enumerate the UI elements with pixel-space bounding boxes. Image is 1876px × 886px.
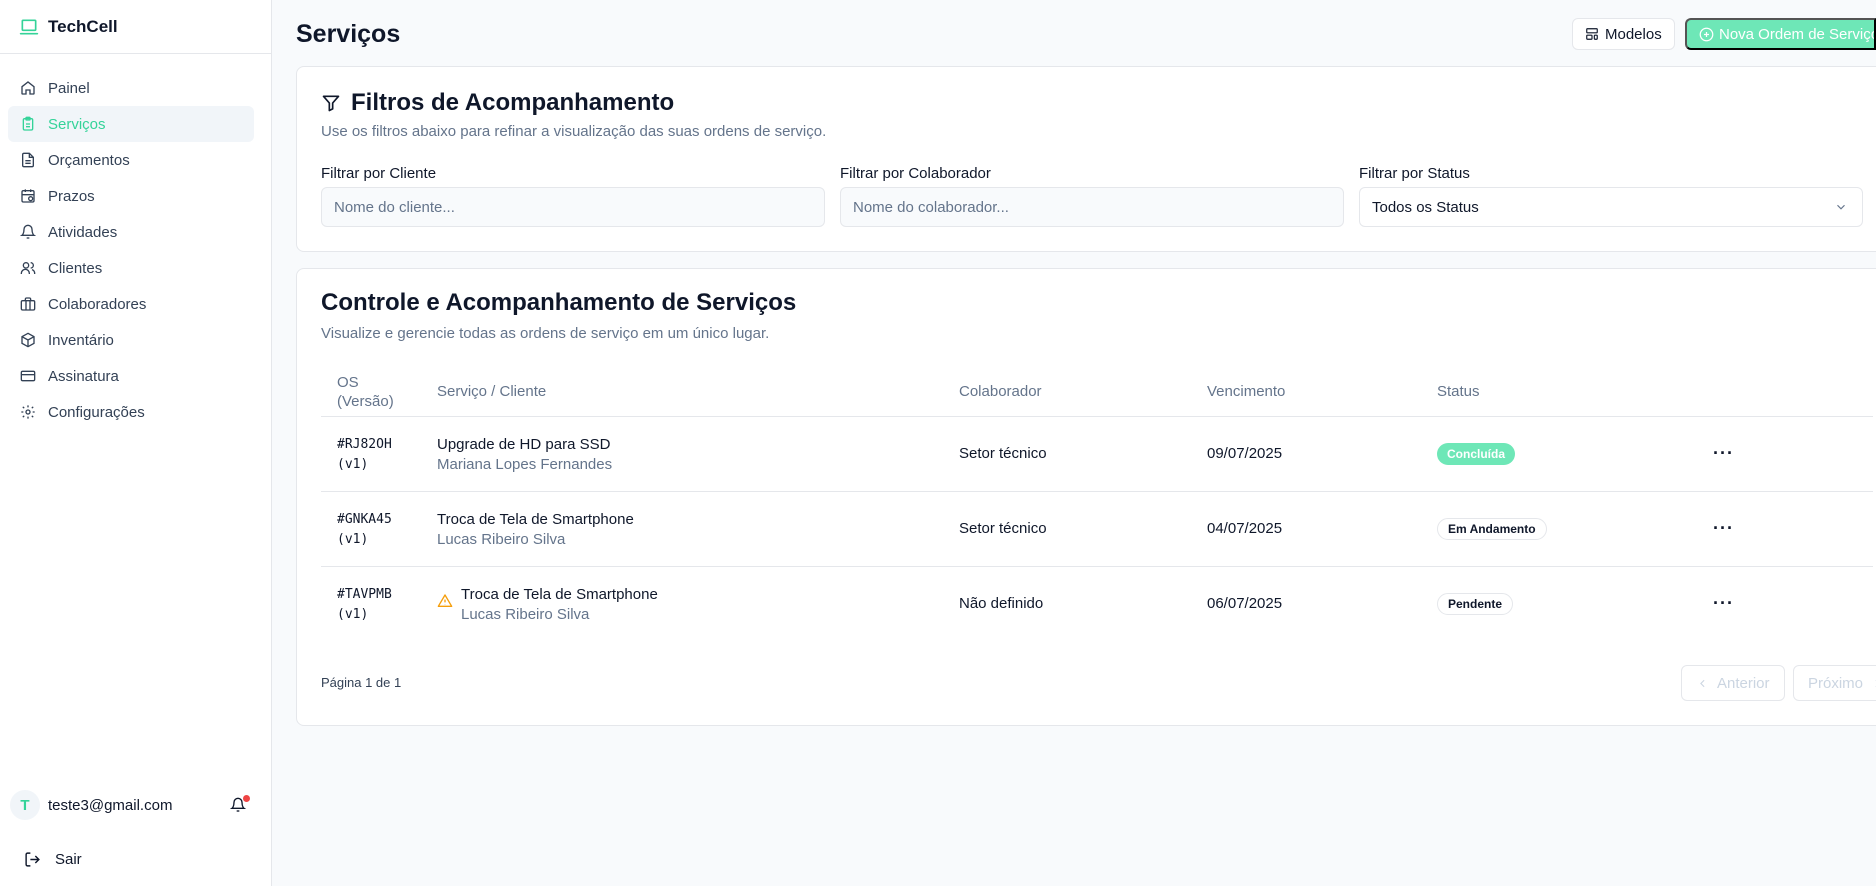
pagination-text: Página 1 de 1 (321, 675, 402, 690)
status-badge: Pendente (1437, 593, 1514, 615)
sidebar-item-colaboradores[interactable]: Colaboradores (8, 286, 254, 322)
user-email: teste3@gmail.com (48, 796, 173, 814)
sidebar-item-label: Prazos (48, 187, 95, 205)
calendar-clock-icon (20, 188, 36, 204)
service-cell: Troca de Tela de Smartphone Lucas Ribeir… (437, 511, 634, 548)
collaborator-cell: Não definido (959, 595, 1044, 612)
users-icon (20, 260, 36, 276)
column-header-service[interactable]: Serviço / Cliente (437, 382, 546, 401)
sidebar-item-atividades[interactable]: Atividades (8, 214, 254, 250)
os-code: #RJ82OH (v1) (337, 437, 392, 472)
package-icon (20, 332, 36, 348)
logout-label: Sair (55, 850, 82, 868)
sidebar-item-assinatura[interactable]: Assinatura (8, 358, 254, 394)
main-content: Serviços Modelos Nova Ordem de Serviço F… (272, 0, 1876, 886)
sidebar-item-label: Orçamentos (48, 151, 130, 169)
notification-dot (243, 795, 250, 802)
chevron-left-icon (1696, 677, 1709, 690)
chevron-right-icon (1871, 677, 1876, 690)
briefcase-icon (20, 296, 36, 312)
table-row[interactable]: #RJ82OH (v1) Upgrade de HD para SSD Maria… (321, 417, 1873, 492)
services-table-card: Controle e Acompanhamento de Serviços Vi… (296, 268, 1876, 726)
chevron-down-icon (1834, 200, 1848, 214)
sidebar-item-painel[interactable]: Painel (8, 70, 254, 106)
filters-subtitle: Use os filtros abaixo para refinar a vis… (321, 123, 827, 140)
table-row[interactable]: #TAVPMB (v1) Troca de Tela de Smartphone … (321, 567, 1873, 642)
due-date-cell: 04/07/2025 (1207, 520, 1283, 537)
logout-button[interactable]: Sair (0, 832, 272, 886)
due-date-cell: 09/07/2025 (1207, 445, 1283, 462)
filters-card: Filtros de Acompanhamento Use os filtros… (296, 66, 1876, 252)
collaborator-cell: Setor técnico (959, 520, 1047, 537)
service-cell: Troca de Tela de Smartphone Lucas Ribeir… (461, 586, 658, 623)
os-code: #GNKA45 (v1) (337, 512, 392, 547)
new-order-button[interactable]: Nova Ordem de Serviço (1685, 18, 1876, 50)
collaborator-filter-input[interactable]: Nome do colaborador... (840, 187, 1344, 227)
sidebar-item-label: Painel (48, 79, 90, 97)
sidebar-item-label: Serviços (48, 115, 106, 133)
home-icon (20, 80, 36, 96)
sidebar-nav: Painel Serviços Orçamentos Prazos Ativid… (0, 54, 271, 430)
sidebar-item-label: Inventário (48, 331, 114, 349)
new-order-button-label: Nova Ordem de Serviço (1719, 25, 1876, 43)
client-filter-label: Filtrar por Cliente (321, 165, 437, 182)
sidebar-item-label: Clientes (48, 259, 103, 277)
table-row[interactable]: #GNKA45 (v1) Troca de Tela de Smartphone … (321, 492, 1873, 567)
os-code: #TAVPMB (v1) (337, 587, 392, 622)
sidebar-item-clientes[interactable]: Clientes (8, 250, 254, 286)
column-header-os[interactable]: OS (Versão) (337, 373, 394, 411)
status-filter-value: Todos os Status (1372, 198, 1479, 216)
models-button-label: Modelos (1605, 25, 1662, 43)
notifications-bell-icon[interactable] (228, 795, 250, 815)
status-badge: Em Andamento (1437, 518, 1547, 540)
logout-icon (24, 851, 41, 868)
column-header-due[interactable]: Vencimento (1207, 382, 1285, 401)
sidebar-item-prazos[interactable]: Prazos (8, 178, 254, 214)
brand[interactable]: TechCell (0, 0, 271, 54)
table-title: Controle e Acompanhamento de Serviços (321, 289, 797, 316)
next-page-button[interactable]: Próximo (1793, 665, 1876, 701)
sidebar-item-label: Colaboradores (48, 295, 147, 313)
layout-template-icon (1585, 27, 1599, 41)
user-box: T teste3@gmail.com (0, 778, 272, 832)
status-filter-select[interactable]: Todos os Status (1359, 187, 1863, 227)
sidebar-item-label: Assinatura (48, 367, 119, 385)
collaborator-filter-label: Filtrar por Colaborador (840, 165, 991, 182)
file-text-icon (20, 152, 36, 168)
app-name: TechCell (48, 16, 118, 36)
bell-icon (20, 224, 36, 240)
more-options-icon[interactable]: ··· (1713, 518, 1734, 539)
client-filter-input[interactable]: Nome do cliente... (321, 187, 825, 227)
filter-icon (321, 93, 341, 113)
gear-icon (20, 404, 36, 420)
avatar[interactable]: T (10, 790, 40, 820)
sidebar-item-inventario[interactable]: Inventário (8, 322, 254, 358)
sidebar-item-configuracoes[interactable]: Configurações (8, 394, 254, 430)
warning-icon (437, 593, 453, 614)
plus-circle-icon (1699, 27, 1714, 42)
sidebar-item-orcamentos[interactable]: Orçamentos (8, 142, 254, 178)
column-header-status[interactable]: Status (1437, 382, 1480, 401)
more-options-icon[interactable]: ··· (1713, 593, 1734, 614)
status-badge: Concluída (1437, 443, 1516, 465)
credit-card-icon (20, 368, 36, 384)
clipboard-icon (20, 116, 36, 132)
column-header-collaborator[interactable]: Colaborador (959, 382, 1042, 401)
laptop-icon (18, 16, 40, 38)
sidebar: TechCell Painel Serviços Orçamentos Praz… (0, 0, 272, 886)
previous-page-button[interactable]: Anterior (1681, 665, 1785, 701)
filters-title: Filtros de Acompanhamento (321, 89, 674, 117)
more-options-icon[interactable]: ··· (1713, 443, 1734, 464)
page-title: Serviços (296, 20, 401, 48)
collaborator-cell: Setor técnico (959, 445, 1047, 462)
sidebar-item-label: Atividades (48, 223, 118, 241)
status-filter-label: Filtrar por Status (1359, 165, 1470, 182)
models-button[interactable]: Modelos (1572, 18, 1675, 50)
sidebar-item-label: Configurações (48, 403, 145, 421)
due-date-cell: 06/07/2025 (1207, 595, 1283, 612)
table-subtitle: Visualize e gerencie todas as ordens de … (321, 325, 770, 342)
service-cell: Upgrade de HD para SSD Mariana Lopes Fer… (437, 436, 613, 473)
sidebar-item-servicos[interactable]: Serviços (8, 106, 254, 142)
